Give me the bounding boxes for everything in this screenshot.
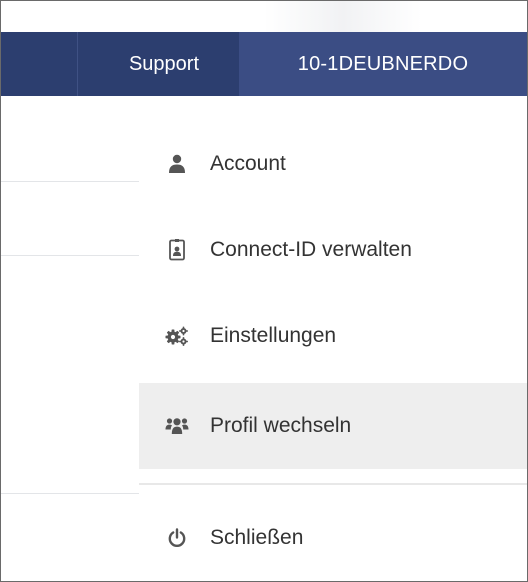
power-icon bbox=[164, 525, 190, 551]
menu-item-label: Schließen bbox=[210, 526, 304, 549]
cogs-icon bbox=[164, 323, 190, 349]
app-window: Support 10-1DEUBNERDO Account Connect-ID… bbox=[0, 0, 528, 582]
background-divider bbox=[1, 255, 139, 256]
menu-item-settings[interactable]: Einstellungen bbox=[139, 293, 527, 379]
background-divider bbox=[1, 493, 139, 494]
support-link[interactable]: Support bbox=[89, 32, 239, 96]
menu-item-label: Account bbox=[210, 152, 286, 175]
background-content bbox=[1, 96, 139, 581]
menu-item-label: Profil wechseln bbox=[210, 414, 352, 437]
menu-item-switch-profile[interactable]: Profil wechseln bbox=[139, 383, 527, 469]
user-icon bbox=[164, 151, 190, 177]
nav-separator bbox=[77, 32, 78, 96]
user-dropdown-menu: Account Connect-ID verwalten Einstellung… bbox=[139, 96, 527, 581]
background-divider bbox=[1, 181, 139, 182]
menu-item-account[interactable]: Account bbox=[139, 121, 527, 207]
user-menu-toggle[interactable]: 10-1DEUBNERDO bbox=[239, 32, 527, 96]
menu-divider bbox=[139, 483, 527, 485]
menu-item-label: Einstellungen bbox=[210, 324, 337, 347]
top-navbar: Support 10-1DEUBNERDO bbox=[1, 32, 527, 96]
users-icon bbox=[164, 413, 190, 439]
top-strip bbox=[1, 1, 527, 32]
menu-item-connect-id[interactable]: Connect-ID verwalten bbox=[139, 207, 527, 293]
id-card-icon bbox=[164, 237, 190, 263]
menu-item-close[interactable]: Schließen bbox=[139, 495, 527, 581]
menu-item-label: Connect-ID verwalten bbox=[210, 238, 412, 261]
